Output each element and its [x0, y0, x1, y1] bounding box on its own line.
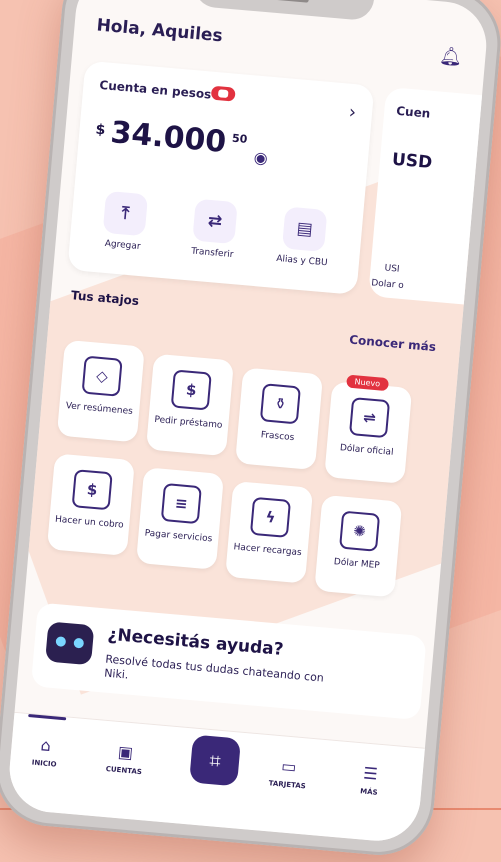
usd-account-title: Cuen — [395, 103, 431, 121]
receipt-icon: ◇ — [81, 355, 123, 397]
phone-notch — [192, 0, 375, 22]
eye-icon[interactable]: ◉ — [253, 148, 269, 168]
card-icon: ▭ — [280, 756, 298, 777]
action-label: Alias y CBU — [275, 253, 328, 269]
greeting-title: Hola, Aquiles — [95, 15, 224, 47]
balance-amount: $ 34.000 50 — [94, 114, 248, 162]
bell-icon[interactable]: 🔔︎ — [438, 45, 463, 69]
bottom-nav: ⌂ INICIO ▣ CUENTAS ⌗ ▭ TARJETAS ☰ MÁS — [6, 711, 425, 845]
usd-currency: USD — [391, 149, 433, 174]
shortcut-frascos[interactable]: ⚱ Frascos — [235, 367, 324, 471]
menu-icon: ☰ — [362, 763, 379, 784]
shortcut-pedir-prestamo[interactable]: $ Pedir préstamo — [145, 353, 234, 457]
nav-label: TARJETAS — [268, 779, 307, 791]
nav-tarjetas[interactable]: ▭ TARJETAS — [257, 754, 320, 791]
shortcut-label: Hacer recargas — [233, 542, 303, 559]
help-banner[interactable]: ¿Necesitás ayuda? Resolvé todas tus duda… — [30, 602, 427, 721]
shortcut-hacer-recargas[interactable]: ϟ Hacer recargas — [225, 481, 314, 584]
action-transferir[interactable]: ⇄ Transferir — [169, 197, 260, 262]
home-icon: ⌂ — [39, 735, 52, 756]
flag-icon — [210, 85, 236, 102]
nav-mas[interactable]: ☰ MÁS — [339, 761, 402, 798]
action-alias-cbu[interactable]: ▤ Alias y CBU — [259, 205, 350, 270]
bill-icon: ≡ — [160, 482, 202, 525]
account-actions: ⤒ Agregar ⇄ Transferir ▤ Alias y CBU — [78, 189, 353, 286]
help-subtitle: Resolvé todas tus dudas chateando con Ni… — [103, 652, 325, 685]
speaker — [258, 0, 309, 3]
shortcut-hacer-cobro[interactable]: $ Hacer un cobro — [46, 453, 135, 556]
recharge-icon: ϟ — [249, 496, 292, 538]
id-card-icon: ▤ — [281, 206, 328, 253]
nav-label: INICIO — [31, 758, 57, 769]
shortcut-label: Frascos — [260, 430, 295, 444]
qr-scan-button[interactable]: ⌗ — [189, 734, 242, 787]
new-badge: Nuevo — [346, 374, 389, 392]
qr-scan-icon: ⌗ — [208, 748, 222, 773]
account-title: Cuenta en pesos — [98, 77, 212, 102]
nav-label: MÁS — [359, 787, 378, 797]
shortcut-dolar-oficial[interactable]: Nuevo ⇌ Dólar oficial — [324, 374, 413, 484]
shortcut-label: Dólar MEP — [333, 557, 381, 572]
action-label: Agregar — [104, 238, 141, 252]
upload-icon: ⤒ — [102, 190, 149, 237]
nav-inicio[interactable]: ⌂ INICIO — [14, 733, 77, 770]
chevron-right-icon[interactable]: › — [348, 102, 357, 124]
action-agregar[interactable]: ⤒ Agregar — [79, 189, 170, 254]
accounts-icon: ▣ — [117, 742, 134, 763]
usd-action-label: USI — [384, 263, 400, 275]
jar-icon: ⚱ — [259, 383, 301, 425]
shortcut-pagar-servicios[interactable]: ≡ Pagar servicios — [135, 467, 225, 570]
dollar-exchange-icon: ⇌ — [348, 397, 391, 439]
currency-symbol: $ — [94, 121, 107, 139]
phone-screen: Hola, Aquiles 🔔︎ Cuenta en pesos › $ 34.… — [6, 0, 490, 845]
usd-account-card[interactable]: Cuen USD USI Dolar o — [368, 86, 490, 307]
usd-action-label-2: Dolar o — [370, 278, 405, 292]
shortcut-label: Dólar oficial — [339, 443, 394, 458]
nav-cuentas[interactable]: ▣ CUENTAS — [94, 740, 157, 777]
active-indicator — [28, 714, 67, 721]
phone-frame: Hola, Aquiles 🔔︎ Cuenta en pesos › $ 34.… — [0, 0, 501, 860]
action-label: Transferir — [190, 246, 234, 261]
loan-icon: $ — [170, 369, 212, 411]
peso-account-card[interactable]: Cuenta en pesos › $ 34.000 50 ◉ ⤒ Agrega… — [67, 60, 375, 296]
charge-icon: $ — [71, 469, 113, 511]
shortcut-label: Pedir préstamo — [153, 414, 223, 431]
robot-icon — [45, 621, 95, 666]
shortcut-ver-resumenes[interactable]: ◇ Ver resúmenes — [56, 339, 145, 443]
mep-icon: ✺ — [339, 510, 381, 552]
shortcut-label: Ver resúmenes — [65, 401, 134, 417]
transfer-icon: ⇄ — [192, 198, 238, 245]
shortcut-label: Hacer un cobro — [54, 514, 125, 531]
balance-value: 34.000 — [109, 115, 228, 161]
nav-label: CUENTAS — [105, 765, 143, 777]
balance-cents: 50 — [231, 131, 248, 146]
shortcut-label: Pagar servicios — [144, 528, 213, 545]
shortcut-dolar-mep[interactable]: ✺ Dólar MEP — [314, 494, 403, 598]
